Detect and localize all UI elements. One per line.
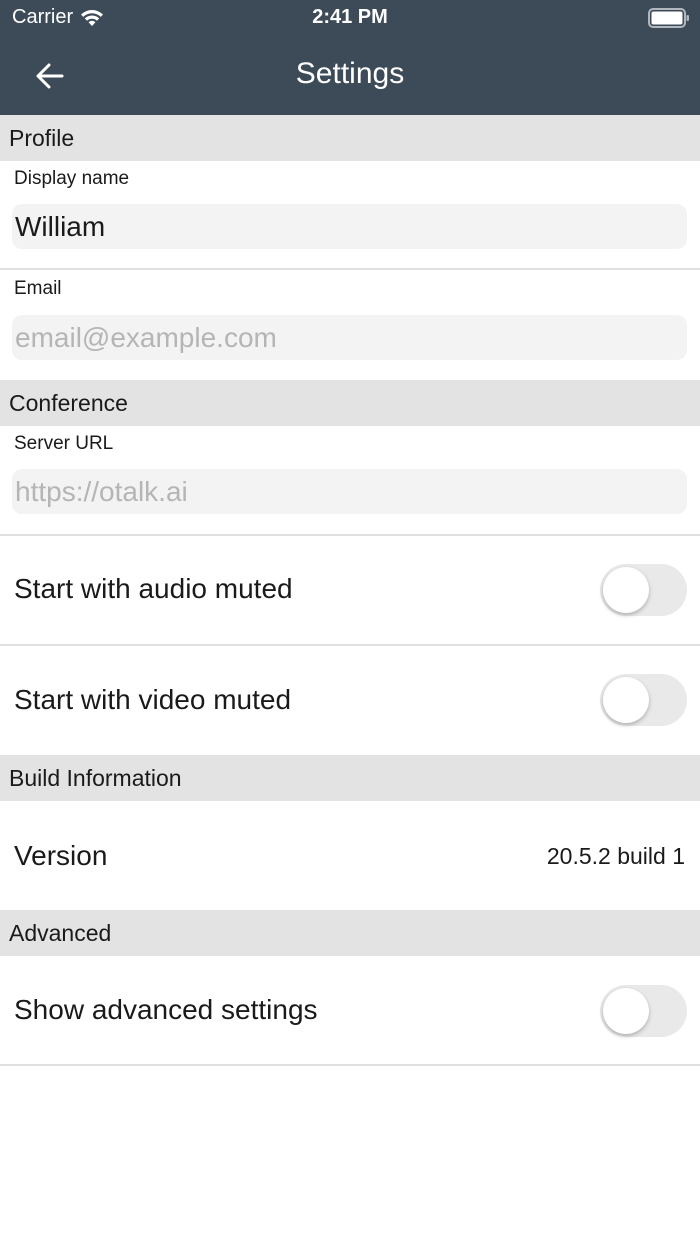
audio-muted-toggle[interactable] [600, 564, 687, 616]
divider [0, 268, 700, 270]
email-field[interactable]: email@example.com [12, 315, 687, 360]
battery-icon [648, 8, 690, 33]
section-header-advanced: Advanced [0, 910, 700, 956]
show-advanced-toggle[interactable] [600, 985, 687, 1037]
audio-muted-label: Start with audio muted [14, 573, 293, 604]
page-title: Settings [295, 57, 405, 90]
divider [0, 1064, 700, 1066]
toggle-knob [603, 988, 649, 1034]
version-label: Version [14, 840, 108, 871]
divider [0, 534, 700, 536]
display-name-label: Display name [14, 168, 130, 189]
server-url-field[interactable]: https://otalk.ai [12, 469, 687, 514]
navigation-bar: Carrier 2:41 PM Settings [0, 0, 700, 115]
toggle-knob [603, 677, 649, 723]
status-time: 2:41 PM [312, 6, 388, 28]
version-value: 20.5.2 build 1 [546, 843, 685, 869]
section-header-profile: Profile [0, 115, 700, 161]
section-header-conference: Conference [0, 380, 700, 426]
server-url-label: Server URL [14, 433, 114, 454]
display-name-field[interactable]: William [12, 204, 687, 249]
email-label: Email [14, 278, 62, 299]
video-muted-label: Start with video muted [14, 684, 292, 715]
divider [0, 644, 700, 646]
toggle-knob [603, 567, 649, 613]
show-advanced-label: Show advanced settings [14, 994, 318, 1025]
section-header-build-information: Build Information [0, 755, 700, 801]
video-muted-toggle[interactable] [600, 674, 687, 726]
